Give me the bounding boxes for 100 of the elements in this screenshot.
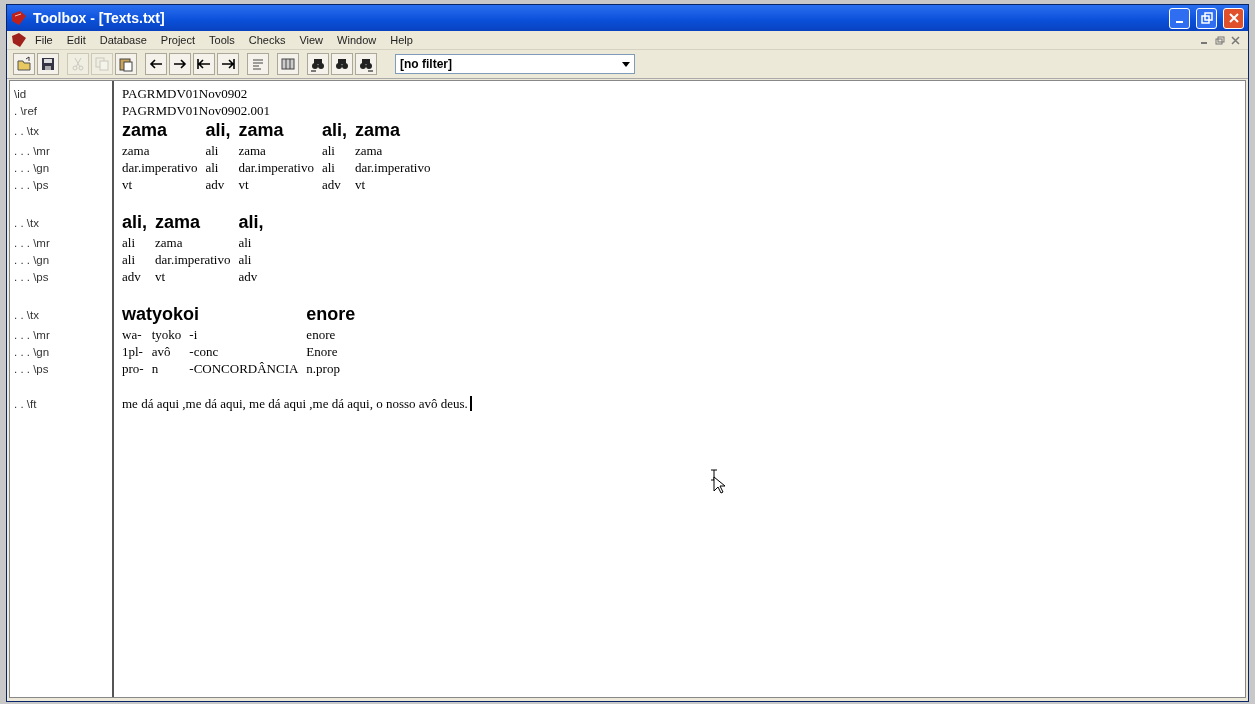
text-word: zama: [238, 120, 284, 141]
field-marker: . . . \ps: [14, 362, 49, 375]
gloss: avô: [151, 343, 171, 360]
left-arrow-button[interactable]: [145, 53, 167, 75]
close-icon[interactable]: [1231, 35, 1240, 45]
mouse-cursor-icon: [710, 469, 728, 495]
morpheme: enore: [306, 326, 336, 343]
field-marker: . . \tx: [14, 308, 39, 321]
part-of-speech: pro-: [122, 360, 144, 377]
app-icon: [11, 10, 27, 26]
menu-item[interactable]: Edit: [60, 33, 92, 47]
morpheme: zama: [238, 142, 266, 159]
field-marker: . \ref: [14, 104, 37, 117]
minimize-icon: [1176, 21, 1183, 23]
save-button[interactable]: [37, 53, 59, 75]
columns-icon: [280, 56, 296, 72]
text-word: zama: [155, 212, 201, 233]
part-of-speech: adv: [122, 268, 141, 285]
field-marker: . . . \gn: [14, 345, 50, 358]
part-of-speech: vt: [155, 268, 166, 285]
morpheme: zama: [354, 142, 383, 159]
menu-item[interactable]: Project: [154, 33, 202, 47]
menu-item[interactable]: View: [293, 33, 330, 47]
gloss: ali: [122, 251, 135, 268]
columns-button[interactable]: [277, 53, 299, 75]
field-marker: . . . \gn: [14, 161, 50, 174]
binoculars-button[interactable]: [307, 53, 329, 75]
paste-icon: [118, 56, 134, 72]
morpheme: ali: [205, 142, 219, 159]
text-word: ali,: [122, 212, 147, 233]
menu-item[interactable]: Database: [93, 33, 153, 47]
restore-button[interactable]: [1196, 7, 1217, 29]
menu-item[interactable]: Tools: [203, 33, 241, 47]
copy-icon: [94, 56, 110, 72]
restore-icon[interactable]: [1215, 35, 1225, 45]
restore-icon: [1200, 12, 1213, 24]
gloss: dar.imperativo: [354, 159, 431, 176]
text-word: ali,: [321, 120, 347, 141]
field-marker: . . . \ps: [14, 270, 49, 283]
part-of-speech: n: [151, 360, 159, 377]
save-icon: [40, 56, 56, 72]
text-word: watyokoi: [122, 304, 200, 325]
binoculars-icon: [334, 56, 350, 72]
text-word: ali,: [238, 212, 264, 233]
minimize-button[interactable]: [1169, 7, 1190, 29]
close-button[interactable]: [1223, 7, 1244, 29]
field-marker: . . \tx: [14, 216, 39, 229]
right-bar-arrow-button[interactable]: [217, 53, 239, 75]
text-caret: [469, 396, 472, 411]
menu-item[interactable]: File: [29, 33, 59, 47]
gloss: Enore: [306, 343, 338, 360]
field-marker: . . . \mr: [14, 144, 50, 157]
window-title: Toolbox - [Texts.txt]: [33, 10, 166, 26]
close-icon: [1227, 12, 1240, 24]
field-value: PAGRMDV01Nov0902: [122, 85, 248, 102]
gloss: -conc: [189, 343, 219, 360]
filter-dropdown[interactable]: [no filter]: [395, 54, 635, 74]
morpheme: wa-: [122, 326, 142, 343]
open-folder-icon: [16, 56, 32, 72]
part-of-speech: n.prop: [306, 360, 340, 377]
morpheme: tyoko: [151, 326, 182, 343]
part-of-speech: adv: [205, 176, 225, 193]
free-translation: me dá aqui ,me dá aqui, me dá aqui ,me dá aqui, o nosso avô deus.: [122, 395, 468, 412]
morpheme: zama: [155, 234, 183, 251]
binoculars-icon: [310, 56, 326, 72]
gloss: dar.imperativo: [238, 159, 314, 176]
field-value: PAGRMDV01Nov0902.001: [122, 102, 270, 119]
dropdown-arrow-icon: [622, 61, 630, 67]
menu-item[interactable]: Window: [331, 33, 383, 47]
morpheme: ali: [122, 234, 135, 251]
binoculars-button[interactable]: [355, 53, 377, 75]
field-marker: . . \ft: [14, 397, 37, 410]
gloss: ali: [321, 159, 335, 176]
field-marker: . . . \gn: [14, 253, 50, 266]
part-of-speech: vt: [354, 176, 366, 193]
text-word: enore: [306, 304, 356, 325]
lines-button[interactable]: [247, 53, 269, 75]
gloss: ali: [205, 159, 219, 176]
gloss: dar.imperativo: [155, 251, 231, 268]
gloss: dar.imperativo: [122, 159, 198, 176]
left-bar-arrow-button[interactable]: [193, 53, 215, 75]
binoculars-button[interactable]: [331, 53, 353, 75]
scissors-icon: [70, 56, 86, 72]
field-marker: . . \tx: [14, 124, 39, 137]
text-word: zama: [122, 120, 168, 141]
right-arrow-button[interactable]: [169, 53, 191, 75]
paste-button[interactable]: [115, 53, 137, 75]
morpheme: zama: [122, 142, 150, 159]
menu-item[interactable]: Checks: [242, 33, 292, 47]
part-of-speech: adv: [238, 268, 258, 285]
text-word: ali,: [205, 120, 231, 141]
app-icon: [11, 33, 27, 47]
part-of-speech: vt: [238, 176, 249, 193]
gloss: ali: [238, 251, 252, 268]
morpheme: ali: [321, 142, 335, 159]
right-bar-arrow-icon: [220, 56, 236, 72]
field-marker: . . . \mr: [14, 328, 50, 341]
menu-item[interactable]: Help: [384, 33, 419, 47]
part-of-speech: vt: [122, 176, 133, 193]
morpheme: -i: [189, 326, 198, 343]
